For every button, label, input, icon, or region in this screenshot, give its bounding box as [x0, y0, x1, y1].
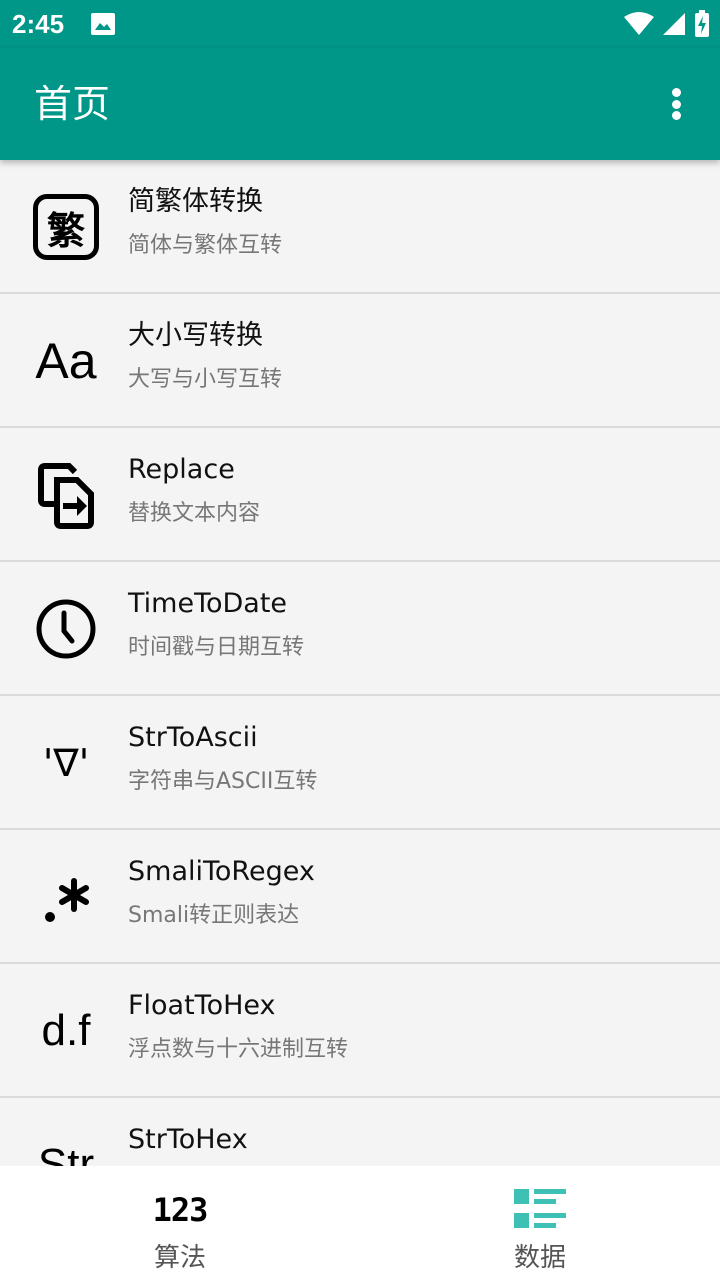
fan-character-icon: 繁 [26, 187, 106, 267]
status-time: 2:45 [12, 9, 65, 39]
bottom-navigation: 123 算法 数据 [0, 1166, 720, 1280]
letter-case-icon: Aa [35, 333, 97, 389]
nav-label: 数据 [513, 1243, 566, 1273]
nav-item-data[interactable]: 数据 [360, 1166, 720, 1280]
gallery-notification-icon [91, 13, 115, 35]
item-subtitle: Smali转正则表达 [128, 903, 300, 928]
dot [671, 111, 681, 120]
list-item-fan-jian[interactable]: 繁 简繁体转换 简体与繁体互转 [0, 160, 720, 294]
list-item-letter-case[interactable]: Aa 大小写转换 大写与小写互转 [0, 294, 720, 428]
item-title: StrToAscii [128, 722, 258, 753]
item-subtitle: 字符串与ASCII互转 [128, 769, 318, 794]
item-subtitle: 时间戳与日期互转 [128, 635, 305, 660]
tool-list[interactable]: 繁 简繁体转换 简体与繁体互转 Aa 大小写转换 大写与小写互转 Replace [0, 160, 720, 1166]
float-icon: d.f [41, 1006, 91, 1055]
status-bar: 2:45 [0, 0, 720, 48]
item-subtitle: 浮点数与十六进制互转 [128, 1037, 349, 1062]
regex-icon: .* [26, 857, 106, 937]
app-bar: 首页 [0, 48, 720, 160]
item-title: 简繁体转换 [128, 186, 263, 217]
item-title: TimeToDate [128, 588, 288, 619]
string-icon: Str [37, 1140, 95, 1167]
dot [671, 99, 681, 109]
replace-icon [26, 455, 106, 535]
list-item-str-to-hex[interactable]: Str StrToHex [0, 1098, 720, 1166]
cell-signal-icon [663, 13, 685, 35]
page-title: 首页 [34, 82, 111, 126]
item-title: SmaliToRegex [128, 856, 315, 887]
list-item-smali-to-regex[interactable]: .* SmaliToRegex Smali转正则表达 [0, 830, 720, 964]
list-item-str-to-ascii[interactable]: '∇' StrToAscii 字符串与ASCII互转 [0, 696, 720, 830]
battery-charging-icon [695, 10, 709, 37]
wifi-icon [624, 12, 654, 35]
list-item-time-to-date[interactable]: TimeToDate 时间戳与日期互转 [0, 562, 720, 696]
item-title: Replace [128, 454, 235, 485]
ascii-face-icon: '∇' [42, 741, 90, 785]
item-title: FloatToHex [128, 990, 276, 1021]
clock-icon [26, 589, 106, 669]
item-title: StrToHex [128, 1124, 248, 1155]
numbers-icon: 123 [152, 1191, 209, 1229]
screen: 2:45 首页 繁 简繁体转换 简体与繁体互转 Aa 大小写转换 大写与小写互转… [0, 0, 720, 1280]
item-title: 大小写转换 [128, 320, 263, 351]
status-indicators [624, 10, 710, 38]
dot [671, 88, 681, 97]
list-item-float-to-hex[interactable]: d.f FloatToHex 浮点数与十六进制互转 [0, 964, 720, 1098]
nav-label: 算法 [153, 1243, 206, 1273]
nav-item-algorithm[interactable]: 123 算法 [0, 1166, 360, 1280]
item-subtitle: 大写与小写互转 [128, 367, 283, 392]
list-icon [360, 1188, 720, 1232]
list-item-replace[interactable]: Replace 替换文本内容 [0, 428, 720, 562]
overflow-menu-button[interactable] [660, 84, 692, 124]
item-subtitle: 替换文本内容 [128, 501, 261, 526]
item-subtitle: 简体与繁体互转 [128, 233, 283, 258]
